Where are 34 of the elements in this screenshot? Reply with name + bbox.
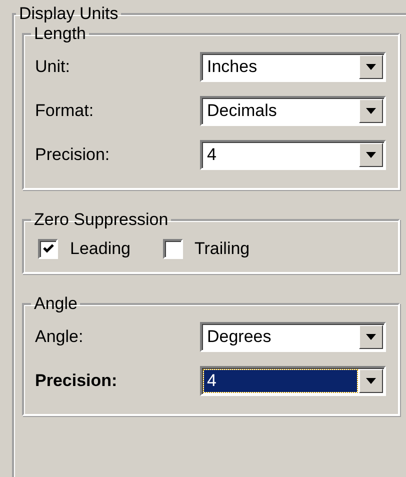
group-title: Length [33,24,87,44]
field-label: Precision: [35,370,118,392]
dropdown[interactable]: 4 [200,366,386,396]
dropdown-button[interactable] [359,324,383,348]
dropdown[interactable]: Inches [200,52,386,82]
dropdown-value: Decimals [206,100,278,122]
dropdown-button[interactable] [359,143,383,167]
field-label: Precision: [35,144,111,166]
checkbox-box[interactable] [162,238,183,259]
caret-icon [366,334,376,340]
checkbox[interactable]: Trailing [162,236,250,262]
field-label: Angle: [35,326,84,348]
caret-icon [366,64,376,70]
field-label: Format: [35,100,95,122]
caret-icon [366,378,376,384]
dropdown-value: 4 [206,144,218,166]
dropdown-button[interactable] [359,55,383,79]
dropdown[interactable]: Degrees [200,322,386,352]
dropdown-value: 4 [204,370,357,392]
group-title: Display Units [18,4,120,24]
dropdown-button[interactable] [359,99,383,123]
dropdown[interactable]: Decimals [200,96,386,126]
group-title: Angle [33,294,78,314]
checkmark-icon [42,244,54,254]
dropdown[interactable]: 4 [200,140,386,170]
dropdown-value: Degrees [206,326,272,348]
field-label: Unit: [35,56,71,78]
group-title: Zero Suppression [33,210,170,230]
dropdown-value: Inches [206,56,258,78]
caret-icon [366,108,376,114]
caret-icon [366,152,376,158]
checkbox[interactable]: Leading [38,236,131,262]
dropdown-button[interactable] [359,368,383,392]
checkbox-box[interactable] [38,238,58,259]
